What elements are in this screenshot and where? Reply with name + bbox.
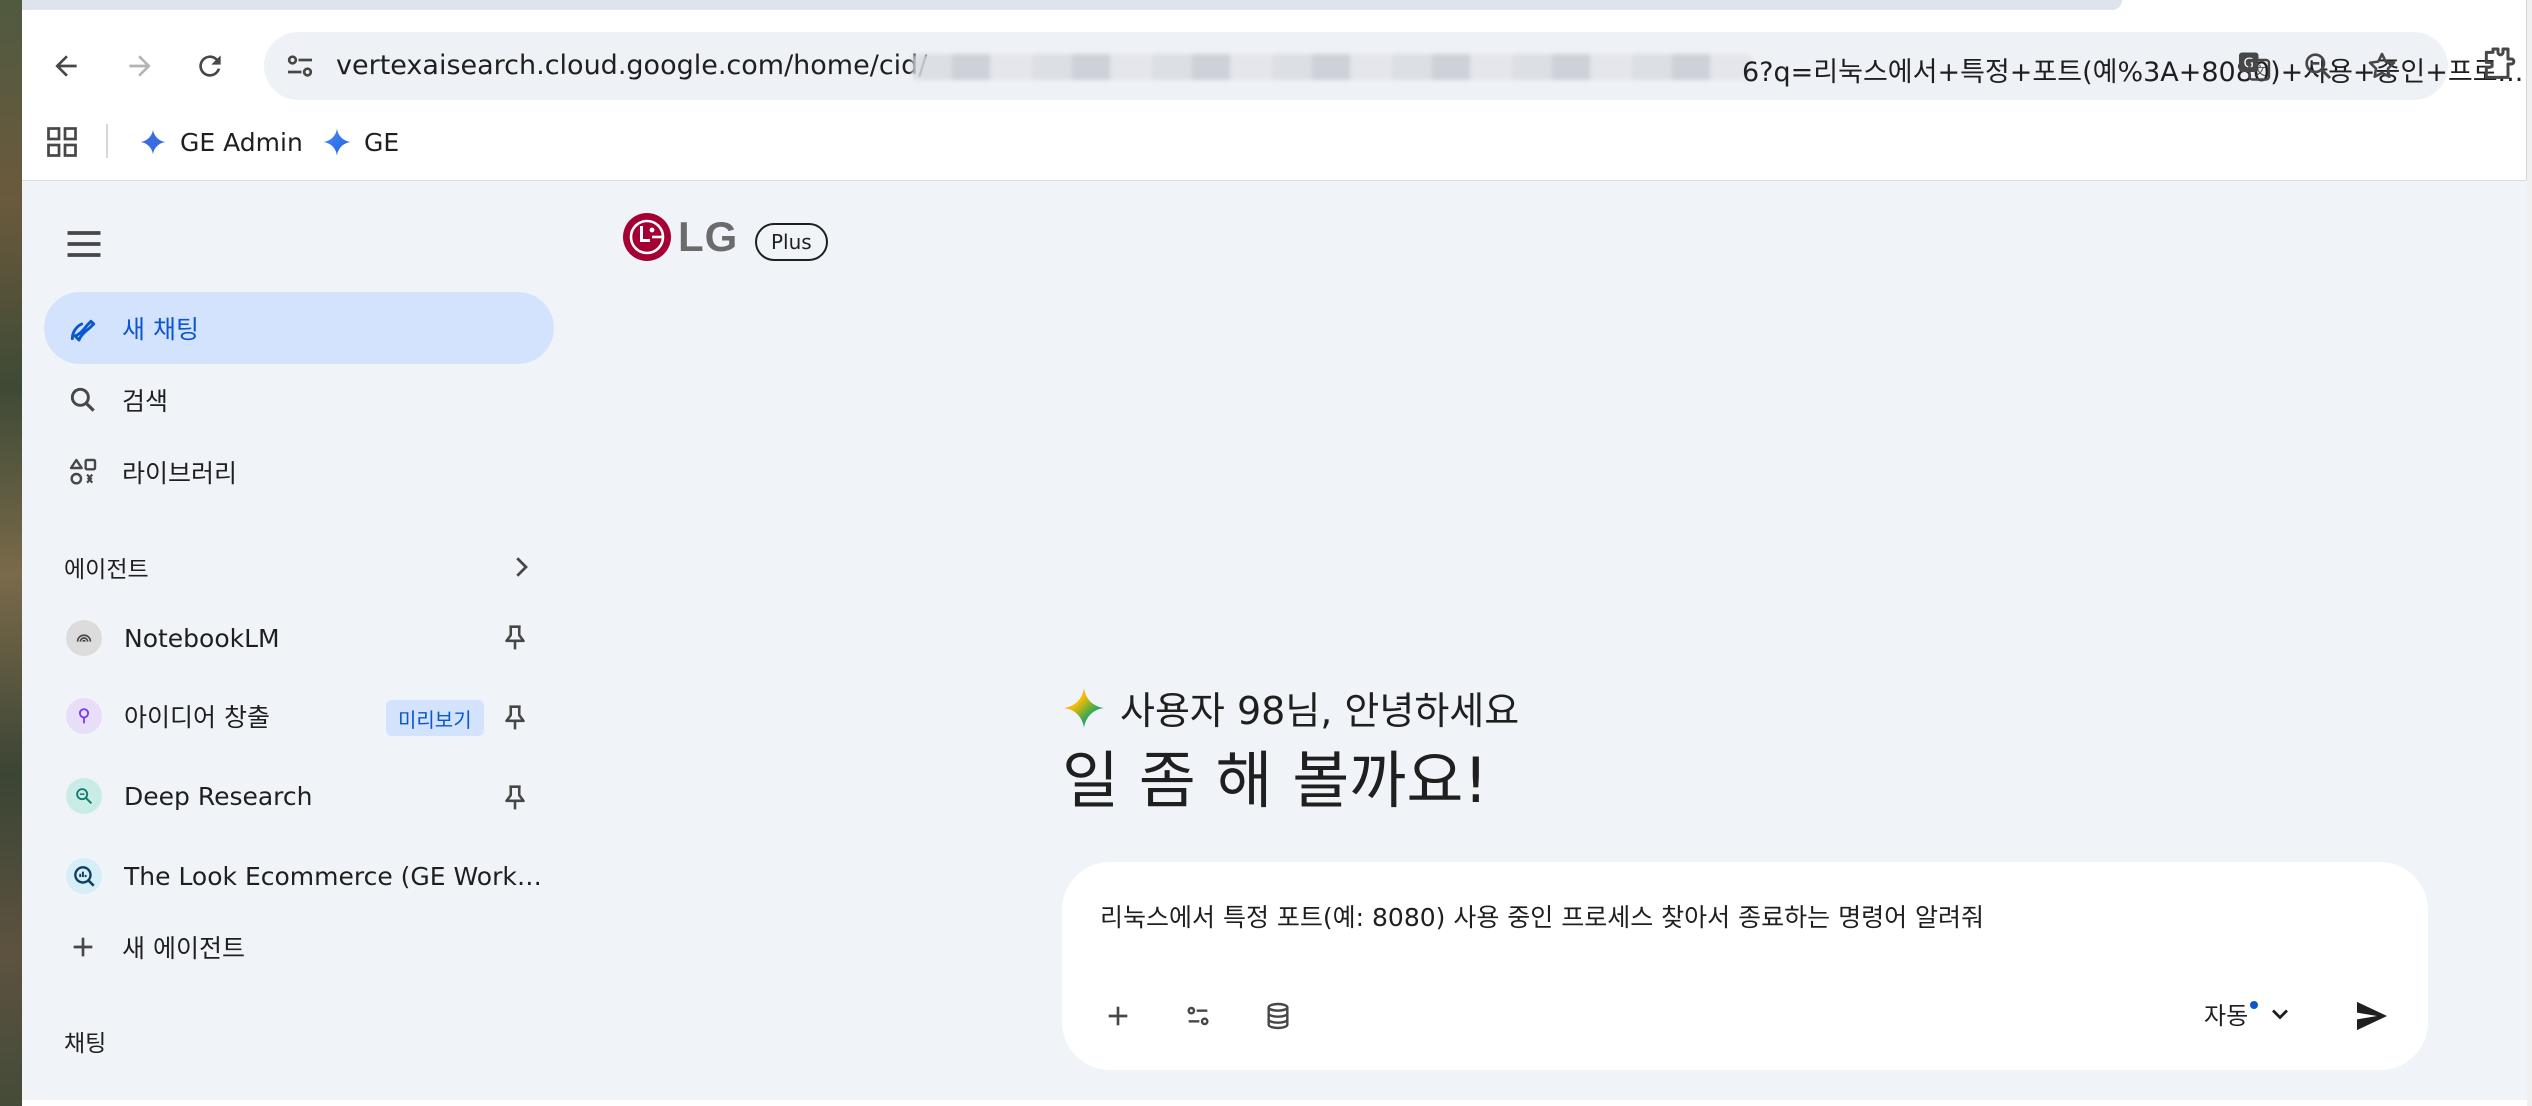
zoom-button[interactable] [2298, 46, 2338, 86]
pin-icon[interactable] [498, 701, 532, 735]
agents-section-title: 에이전트 [64, 557, 149, 583]
agent-label: The Look Ecommerce (GE Workshop) [124, 861, 554, 891]
pin-icon[interactable] [498, 781, 532, 815]
sidebar-agent-notebooklm[interactable]: NotebookLM [44, 602, 554, 674]
pin-icon[interactable] [498, 621, 532, 655]
data-source-button[interactable] [1252, 990, 1304, 1042]
menu-hamburger-icon[interactable] [62, 222, 106, 266]
tune-icon [1187, 1006, 1209, 1026]
tab-strip [22, 0, 2122, 10]
sidebar-agent-deep-research[interactable]: Deep Research [44, 760, 554, 832]
model-mode-dropdown[interactable]: 자동 [2204, 996, 2294, 1031]
bookmark-ge[interactable]: GE [322, 122, 399, 162]
address-bar[interactable]: vertexaisearch.cloud.google.com/home/cid… [264, 32, 2523, 100]
sidebar-item-label: 검색 [122, 387, 169, 416]
agent-label: Deep Research [124, 781, 313, 811]
deep-research-icon [66, 778, 102, 814]
plan-badge: Plus [755, 223, 828, 261]
bookmark-star-button[interactable] [2362, 46, 2402, 86]
data-insight-icon [66, 858, 102, 894]
chevron-right-icon[interactable] [506, 552, 536, 582]
notebooklm-icon [66, 620, 102, 656]
prompt-composer[interactable]: 리눅스에서 특정 포트(예: 8080) 사용 중인 프로세스 찾아서 종료하는… [1062, 862, 2428, 1070]
headline: 일 좀 해 볼까요! [1062, 744, 1489, 817]
svg-text:文: 文 [2254, 63, 2266, 78]
status-dot [2250, 1000, 2259, 1009]
apps-grid-icon[interactable] [44, 124, 80, 160]
bookmark-separator [106, 124, 108, 158]
desktop-background-strip [0, 0, 22, 1106]
greeting-text: 사용자 98님, 안녕하세요 [1120, 689, 1520, 733]
library-shapes-icon [66, 455, 100, 489]
lightbulb-icon [66, 698, 102, 734]
window-edge [2527, 0, 2532, 1106]
sidebar-agent-the-look-ecommerce[interactable]: The Look Ecommerce (GE Workshop) [44, 840, 554, 912]
reload-icon [199, 55, 221, 77]
url-host[interactable]: vertexaisearch.cloud.google.com/home/cid… [336, 50, 927, 81]
arrow-back-icon [55, 55, 77, 77]
sidebar-item-label: 새 에이전트 [122, 934, 245, 963]
send-button[interactable] [2342, 986, 2402, 1046]
tools-button[interactable] [1172, 990, 1224, 1042]
mode-label: 자동 [2204, 1002, 2249, 1030]
greeting-row: 사용자 98님, 안녕하세요 [1062, 680, 1519, 735]
add-attachment-button[interactable] [1092, 990, 1144, 1042]
translate-icon: G 文 [2239, 52, 2271, 81]
extensions-puzzle-icon[interactable] [2478, 44, 2518, 84]
sparkle-outline-icon [140, 129, 166, 155]
plus-icon [66, 930, 100, 964]
bookmark-label: GE [364, 127, 400, 157]
lg-logo-icon [623, 213, 671, 261]
send-icon [2357, 1001, 2387, 1031]
prompt-input[interactable]: 리눅스에서 특정 포트(예: 8080) 사용 중인 프로세스 찾아서 종료하는… [1100, 898, 1984, 934]
sidebar-item-label: 새 채팅 [122, 315, 199, 344]
chats-section-title: 채팅 [64, 1031, 107, 1057]
brand-logo: LG [622, 212, 738, 262]
agent-label: NotebookLM [124, 623, 280, 653]
reload-button[interactable] [184, 40, 236, 92]
back-button[interactable] [40, 40, 92, 92]
translate-button[interactable]: G 文 [2234, 46, 2274, 86]
plus-icon [1108, 1006, 1128, 1026]
gemini-sparkle-icon [1063, 687, 1105, 728]
bookmark-ge-admin[interactable]: GE Admin [138, 122, 303, 162]
sidebar-item-label: 라이브러리 [122, 459, 238, 488]
sparkle-filled-icon [323, 128, 351, 156]
agent-label: 아이디어 창출 [124, 703, 270, 732]
search-icon [66, 383, 100, 417]
url-redacted [912, 54, 1752, 80]
chevron-down-icon [2272, 1009, 2289, 1019]
bookmark-label: GE Admin [180, 127, 303, 157]
sidebar-item-new-chat[interactable]: 새 채팅 [44, 292, 554, 364]
sidebar-item-search[interactable]: 검색 [44, 364, 554, 436]
brand-name: LG [678, 213, 739, 260]
edit-pen-icon [66, 311, 100, 345]
preview-badge: 미리보기 [386, 700, 484, 736]
forward-button[interactable] [114, 40, 166, 92]
site-settings-icon[interactable] [282, 48, 318, 84]
zoom-out-icon [2305, 53, 2332, 80]
star-icon [2368, 52, 2396, 79]
sidebar-new-agent[interactable]: 새 에이전트 [44, 911, 554, 983]
url-query[interactable]: 6?q=리눅스에서+특정+포트(예%3A+8080)+사용+중인+프로... [1742, 50, 2523, 89]
sidebar-item-library[interactable]: 라이브러리 [44, 436, 554, 508]
database-icon [1267, 1002, 1289, 1030]
arrow-forward-icon [129, 55, 151, 77]
